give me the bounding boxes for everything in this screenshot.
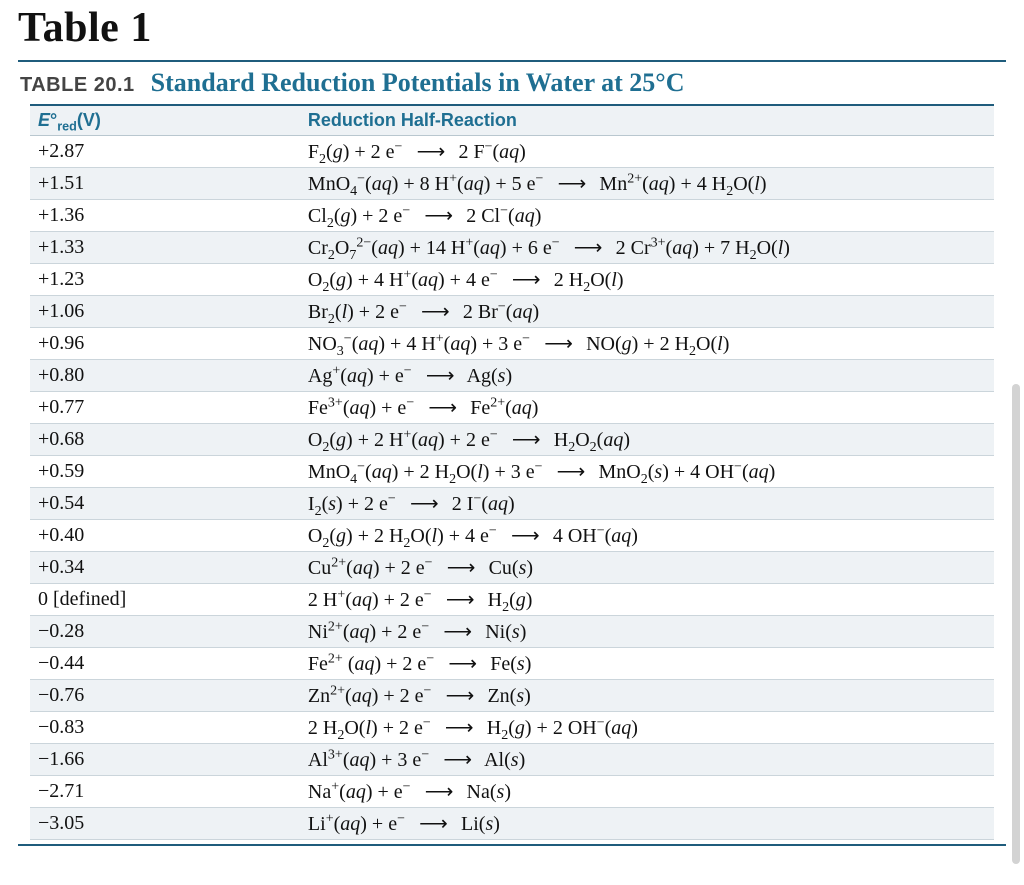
reaction-cell: Cu2+(aq) + 2 e− ⟶ Cu(s) xyxy=(300,552,994,584)
table-row: −0.28Ni2+(aq) + 2 e− ⟶ Ni(s) xyxy=(30,616,994,648)
table-row: +1.36Cl2(g) + 2 e− ⟶ 2 Cl−(aq) xyxy=(30,200,994,232)
reaction-cell: Zn2+(aq) + 2 e− ⟶ Zn(s) xyxy=(300,680,994,712)
page: Table 1 TABLE 20.1 Standard Reduction Po… xyxy=(0,4,1024,885)
potential-cell: +1.23 xyxy=(30,264,300,296)
table-row: +1.06Br2(l) + 2 e− ⟶ 2 Br−(aq) xyxy=(30,296,994,328)
reaction-cell: Cr2O72−(aq) + 14 H+(aq) + 6 e− ⟶ 2 Cr3+(… xyxy=(300,232,994,264)
table-number: TABLE 20.1 xyxy=(20,74,135,97)
potential-cell: +0.59 xyxy=(30,456,300,488)
potential-cell: +0.77 xyxy=(30,392,300,424)
reduction-potentials-table: E°red(V) Reduction Half-Reaction +2.87F2… xyxy=(30,106,994,840)
scrollbar-thumb[interactable] xyxy=(1012,384,1020,864)
reaction-cell: NO3−(aq) + 4 H+(aq) + 3 e− ⟶ NO(g) + 2 H… xyxy=(300,328,994,360)
table-row: +0.96NO3−(aq) + 4 H+(aq) + 3 e− ⟶ NO(g) … xyxy=(30,328,994,360)
reaction-cell: Al3+(aq) + 3 e− ⟶ Al(s) xyxy=(300,744,994,776)
reaction-cell: Fe2+ (aq) + 2 e− ⟶ Fe(s) xyxy=(300,648,994,680)
reaction-cell: Cl2(g) + 2 e− ⟶ 2 Cl−(aq) xyxy=(300,200,994,232)
table-row: +1.51MnO4−(aq) + 8 H+(aq) + 5 e− ⟶ Mn2+(… xyxy=(30,168,994,200)
reaction-cell: 2 H+(aq) + 2 e− ⟶ H2(g) xyxy=(300,584,994,616)
table-row: +0.80Ag+(aq) + e− ⟶ Ag(s) xyxy=(30,360,994,392)
table-row: −0.44Fe2+ (aq) + 2 e− ⟶ Fe(s) xyxy=(30,648,994,680)
potential-cell: −0.28 xyxy=(30,616,300,648)
table-caption: TABLE 20.1 Standard Reduction Potentials… xyxy=(18,62,1006,104)
col-header-potential: E°red(V) xyxy=(30,106,300,136)
col-header-reaction: Reduction Half-Reaction xyxy=(300,106,994,136)
potential-cell: +0.34 xyxy=(30,552,300,584)
reaction-cell: MnO4−(aq) + 8 H+(aq) + 5 e− ⟶ Mn2+(aq) +… xyxy=(300,168,994,200)
potential-cell: +2.87 xyxy=(30,136,300,168)
potential-cell: +1.06 xyxy=(30,296,300,328)
table-row: −1.66Al3+(aq) + 3 e− ⟶ Al(s) xyxy=(30,744,994,776)
table-row: +0.77Fe3+(aq) + e− ⟶ Fe2+(aq) xyxy=(30,392,994,424)
reaction-cell: I2(s) + 2 e− ⟶ 2 I−(aq) xyxy=(300,488,994,520)
reaction-cell: MnO4−(aq) + 2 H2O(l) + 3 e− ⟶ MnO2(s) + … xyxy=(300,456,994,488)
reaction-cell: Ag+(aq) + e− ⟶ Ag(s) xyxy=(300,360,994,392)
potential-cell: −1.66 xyxy=(30,744,300,776)
table-title: Standard Reduction Potentials in Water a… xyxy=(151,68,685,98)
reaction-cell: Ni2+(aq) + 2 e− ⟶ Ni(s) xyxy=(300,616,994,648)
potential-cell: +1.51 xyxy=(30,168,300,200)
reaction-cell: O2(g) + 2 H2O(l) + 4 e− ⟶ 4 OH−(aq) xyxy=(300,520,994,552)
table-row: 0 [defined]2 H+(aq) + 2 e− ⟶ H2(g) xyxy=(30,584,994,616)
potential-cell: 0 [defined] xyxy=(30,584,300,616)
table-row: −3.05Li+(aq) + e− ⟶ Li(s) xyxy=(30,808,994,840)
table-container: TABLE 20.1 Standard Reduction Potentials… xyxy=(18,60,1006,846)
reaction-cell: Br2(l) + 2 e− ⟶ 2 Br−(aq) xyxy=(300,296,994,328)
table-row: +0.59MnO4−(aq) + 2 H2O(l) + 3 e− ⟶ MnO2(… xyxy=(30,456,994,488)
table-area: E°red(V) Reduction Half-Reaction +2.87F2… xyxy=(30,104,994,840)
table-body: +2.87F2(g) + 2 e− ⟶ 2 F−(aq)+1.51MnO4−(a… xyxy=(30,136,994,840)
table-row: +2.87F2(g) + 2 e− ⟶ 2 F−(aq) xyxy=(30,136,994,168)
potential-cell: +0.96 xyxy=(30,328,300,360)
table-row: −0.832 H2O(l) + 2 e− ⟶ H2(g) + 2 OH−(aq) xyxy=(30,712,994,744)
potential-cell: −2.71 xyxy=(30,776,300,808)
table-row: +0.68O2(g) + 2 H+(aq) + 2 e− ⟶ H2O2(aq) xyxy=(30,424,994,456)
table-row: +1.23O2(g) + 4 H+(aq) + 4 e− ⟶ 2 H2O(l) xyxy=(30,264,994,296)
table-row: −2.71Na+(aq) + e− ⟶ Na(s) xyxy=(30,776,994,808)
table-row: +0.34Cu2+(aq) + 2 e− ⟶ Cu(s) xyxy=(30,552,994,584)
reaction-cell: Na+(aq) + e− ⟶ Na(s) xyxy=(300,776,994,808)
potential-cell: +1.33 xyxy=(30,232,300,264)
potential-cell: −3.05 xyxy=(30,808,300,840)
potential-cell: −0.44 xyxy=(30,648,300,680)
potential-cell: +0.80 xyxy=(30,360,300,392)
potential-cell: +1.36 xyxy=(30,200,300,232)
page-title: Table 1 xyxy=(18,4,1006,52)
potential-cell: −0.83 xyxy=(30,712,300,744)
table-row: +0.54I2(s) + 2 e− ⟶ 2 I−(aq) xyxy=(30,488,994,520)
reaction-cell: Fe3+(aq) + e− ⟶ Fe2+(aq) xyxy=(300,392,994,424)
reaction-cell: Li+(aq) + e− ⟶ Li(s) xyxy=(300,808,994,840)
potential-cell: −0.76 xyxy=(30,680,300,712)
reaction-cell: 2 H2O(l) + 2 e− ⟶ H2(g) + 2 OH−(aq) xyxy=(300,712,994,744)
reaction-cell: F2(g) + 2 e− ⟶ 2 F−(aq) xyxy=(300,136,994,168)
table-row: −0.76Zn2+(aq) + 2 e− ⟶ Zn(s) xyxy=(30,680,994,712)
reaction-cell: O2(g) + 4 H+(aq) + 4 e− ⟶ 2 H2O(l) xyxy=(300,264,994,296)
potential-cell: +0.68 xyxy=(30,424,300,456)
potential-cell: +0.54 xyxy=(30,488,300,520)
reaction-cell: O2(g) + 2 H+(aq) + 2 e− ⟶ H2O2(aq) xyxy=(300,424,994,456)
table-row: +1.33Cr2O72−(aq) + 14 H+(aq) + 6 e− ⟶ 2 … xyxy=(30,232,994,264)
potential-cell: +0.40 xyxy=(30,520,300,552)
table-row: +0.40O2(g) + 2 H2O(l) + 4 e− ⟶ 4 OH−(aq) xyxy=(30,520,994,552)
